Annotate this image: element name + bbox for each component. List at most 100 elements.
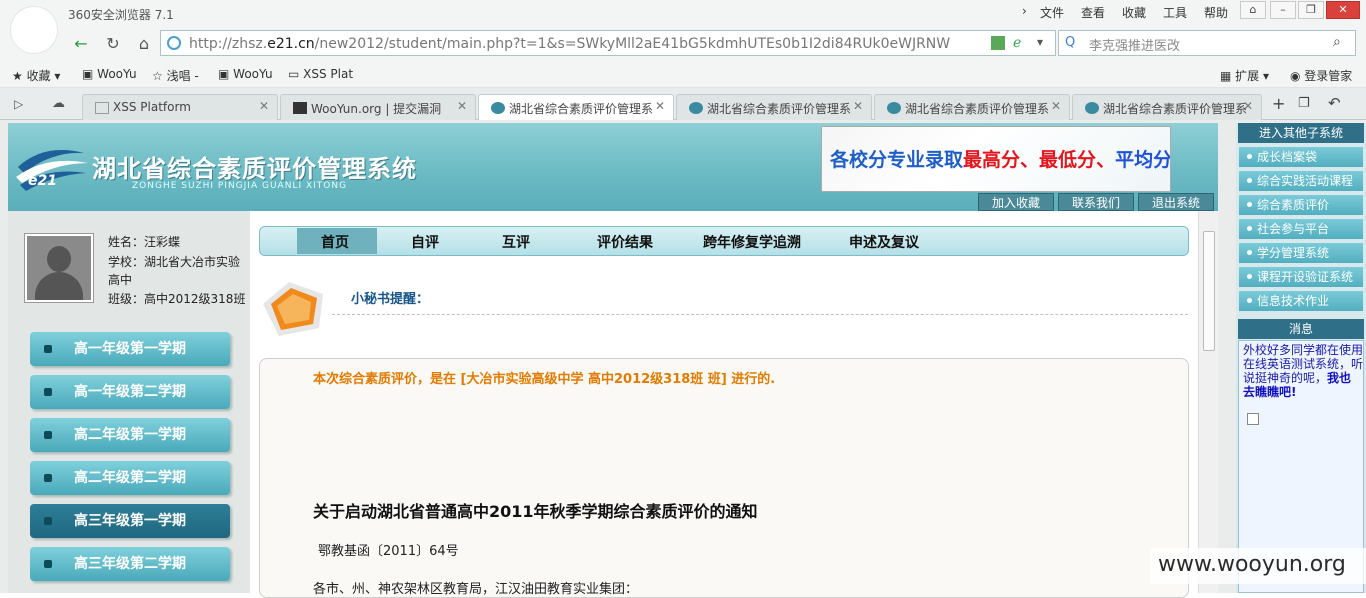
ad-banner[interactable]: 各校分专业录取最高分、最低分、平均分 [821, 126, 1171, 192]
tab-list-icon[interactable]: ❐ [1298, 96, 1310, 111]
term-g1-s2[interactable]: 高一年级第二学期 [30, 375, 230, 409]
tab-close-icon[interactable]: ✕ [457, 99, 467, 113]
document-number: 鄂教基函〔2011〕64号 [318, 544, 459, 559]
bookmark-wooyun-1[interactable]: ▣ WooYu [82, 67, 137, 81]
subsystem-social[interactable]: 社会参与平台 [1239, 219, 1363, 239]
cloud-icon[interactable]: ☁ [52, 96, 65, 111]
bullet-icon [44, 345, 52, 353]
tab-close-icon[interactable]: ✕ [853, 99, 863, 113]
menu-tools[interactable]: 工具 [1163, 4, 1187, 21]
tab-hubei-2[interactable]: 湖北省综合素质评价管理系 ✕ [676, 94, 872, 120]
term-g3-s1[interactable]: 高三年级第一学期 [30, 504, 230, 538]
bookmark-xss-plat[interactable]: ▭ XSS Plat [288, 67, 353, 81]
term-g2-s2[interactable]: 高二年级第二学期 [30, 461, 230, 495]
browser-logo[interactable] [10, 6, 58, 54]
search-input[interactable]: 李克强推进医改 [1089, 35, 1180, 54]
nav-self-eval[interactable]: 自评 [411, 232, 439, 252]
back-icon[interactable]: ← [70, 33, 92, 55]
search-engine-icon[interactable]: Q [1065, 35, 1075, 50]
tab-close-icon[interactable]: ✕ [655, 99, 665, 113]
broken-image-icon [1247, 413, 1259, 425]
left-panel: 姓名：汪彩蝶 学校：湖北省大冶市实验 高中 班级：高中2012级318班 高一年… [8, 211, 250, 593]
search-box[interactable]: Q 李克强推进医改 ⌕ [1058, 30, 1356, 56]
nav-mutual-eval[interactable]: 互评 [502, 232, 530, 252]
site-security-icon [167, 36, 181, 50]
site-favicon [491, 102, 505, 114]
main-scrollbar[interactable] [1198, 211, 1218, 593]
menu-file[interactable]: 文件 [1040, 4, 1064, 21]
undo-close-icon[interactable]: ↶ [1328, 94, 1341, 112]
page-icon [95, 102, 109, 114]
student-school: 学校：湖北省大冶市实验 [108, 255, 241, 269]
message-header: 消息 [1238, 319, 1364, 339]
term-g3-s2[interactable]: 高三年级第二学期 [30, 547, 230, 581]
bullet-icon [44, 517, 52, 525]
watermark: www.wooyun.org [1158, 552, 1346, 577]
url-dropdown-icon[interactable]: ▾ [1037, 35, 1043, 49]
tab-hubei-4[interactable]: 湖北省综合素质评价管理系 ✕ [1072, 94, 1262, 120]
tab-close-icon[interactable]: ✕ [1243, 99, 1253, 113]
subsystem-it-homework[interactable]: 信息技术作业 [1239, 291, 1363, 311]
subsystem-growth-archive[interactable]: 成长档案袋 [1239, 147, 1363, 167]
login-button[interactable]: ◉ 登录管家 [1290, 67, 1352, 84]
nav-home[interactable]: 首页 [321, 232, 349, 252]
contact-us-button[interactable]: 联系我们 [1058, 193, 1134, 211]
right-sidebar: 进入其他子系统 成长档案袋 综合实践活动课程 综合素质评价 社会参与平台 学分管… [1236, 123, 1366, 593]
close-button[interactable]: ✕ [1326, 1, 1360, 19]
term-g2-s1[interactable]: 高二年级第一学期 [30, 418, 230, 452]
sidebar-toggle-icon[interactable]: ▷ [14, 97, 23, 111]
menu-favorites[interactable]: 收藏 [1122, 4, 1146, 21]
tab-wooyun[interactable]: WooYun.org | 提交漏洞 ✕ [280, 94, 476, 120]
nav-appeal[interactable]: 申述及复议 [849, 232, 919, 252]
tab-bar: ▷ ☁ XSS Platform ✕ WooYun.org | 提交漏洞 ✕ 湖北省… [0, 88, 1366, 121]
subsystem-practice-course[interactable]: 综合实践活动课程 [1239, 171, 1363, 191]
system-subtitle: ZONGHE SUZHI PINGJIA GUANLI XITONG [132, 181, 348, 191]
tab-hubei-active[interactable]: 湖北省综合素质评价管理系 ✕ [478, 94, 674, 121]
menu-help[interactable]: 帮助 [1204, 4, 1228, 21]
bullet-icon [44, 431, 52, 439]
monitor-icon [263, 282, 323, 336]
tab-close-icon[interactable]: ✕ [1051, 99, 1061, 113]
site-favicon [887, 102, 901, 114]
notice-addressee: 各市、州、神农架林区教育局，江汉油田教育实业集团： [313, 582, 639, 597]
notice-title: 关于启动湖北省普通高中2011年秋季学期综合素质评价的通知 [313, 502, 758, 521]
nav-cross-year[interactable]: 跨年修复学追溯 [703, 232, 801, 252]
page-content: e21 湖北省综合素质评价管理系统 ZONGHE SUZHI PINGJIA G… [0, 120, 1366, 598]
tab-hubei-3[interactable]: 湖北省综合素质评价管理系 ✕ [874, 94, 1070, 120]
add-favorite-button[interactable]: 加入收藏 [978, 193, 1054, 211]
eval-info-text: 本次综合素质评价，是在 [大冶市实验高级中学 高中2012级318班 班] 进行… [313, 372, 776, 387]
menu-view[interactable]: 查看 [1081, 4, 1105, 21]
app-title: 360安全浏览器 7.1 [68, 8, 174, 22]
scroll-thumb[interactable] [1203, 231, 1215, 351]
qrcode-icon[interactable] [991, 36, 1005, 50]
nav-eval-results[interactable]: 评价结果 [597, 232, 653, 252]
url-input[interactable]: http://zhsz.e21.cn/new2012/student/main.… [160, 30, 1056, 56]
minimize-button[interactable]: – [1270, 1, 1296, 19]
banner-text: 各校分专业录取最高分、最低分、平均分 [830, 149, 1171, 171]
home-icon[interactable]: ⌂ [133, 33, 155, 55]
extend-button[interactable]: ▦ 扩展 ▾ [1220, 67, 1269, 84]
speed-mode-icon[interactable]: ℯ [1013, 35, 1021, 51]
favorites-bar: ★ 收藏 ▾ ▣ WooYu ☆ 浅唱 - ▣ WooYu ▭ XSS Plat… [0, 62, 1366, 88]
new-tab-icon[interactable]: + [1272, 94, 1285, 113]
term-g1-s1[interactable]: 高一年级第一学期 [30, 332, 230, 366]
logout-button[interactable]: 退出系统 [1138, 193, 1214, 211]
restore-button[interactable]: ❐ [1298, 1, 1324, 19]
subsystem-course-verify[interactable]: 课程开设验证系统 [1239, 267, 1363, 287]
secretary-title: 小秘书提醒： [351, 292, 430, 307]
bullet-icon [44, 474, 52, 482]
tab-xss-platform[interactable]: XSS Platform ✕ [82, 94, 278, 120]
refresh-icon[interactable]: ↻ [102, 33, 124, 55]
subsystem-quality-eval[interactable]: 综合素质评价 [1239, 195, 1363, 215]
bookmark-wooyun-2[interactable]: ▣ WooYu [218, 67, 273, 81]
tab-close-icon[interactable]: ✕ [259, 99, 269, 113]
student-school-cont: 高中 [108, 273, 133, 287]
skin-button[interactable]: ⌂ [1240, 1, 1266, 19]
favorites-button[interactable]: ★ 收藏 ▾ [12, 67, 60, 84]
subsystem-credit[interactable]: 学分管理系统 [1239, 243, 1363, 263]
nav-arrow-icon[interactable]: › [1022, 4, 1027, 18]
bookmark-qianchang[interactable]: ☆ 浅唱 - [152, 67, 199, 84]
url-text: http://zhsz.e21.cn/new2012/student/main.… [189, 36, 951, 52]
message-text: 外校好多同学都在使用在线英语测试系统，听说挺神奇的呢，我也去瞧瞧吧! [1243, 343, 1364, 399]
search-icon[interactable]: ⌕ [1333, 34, 1341, 50]
